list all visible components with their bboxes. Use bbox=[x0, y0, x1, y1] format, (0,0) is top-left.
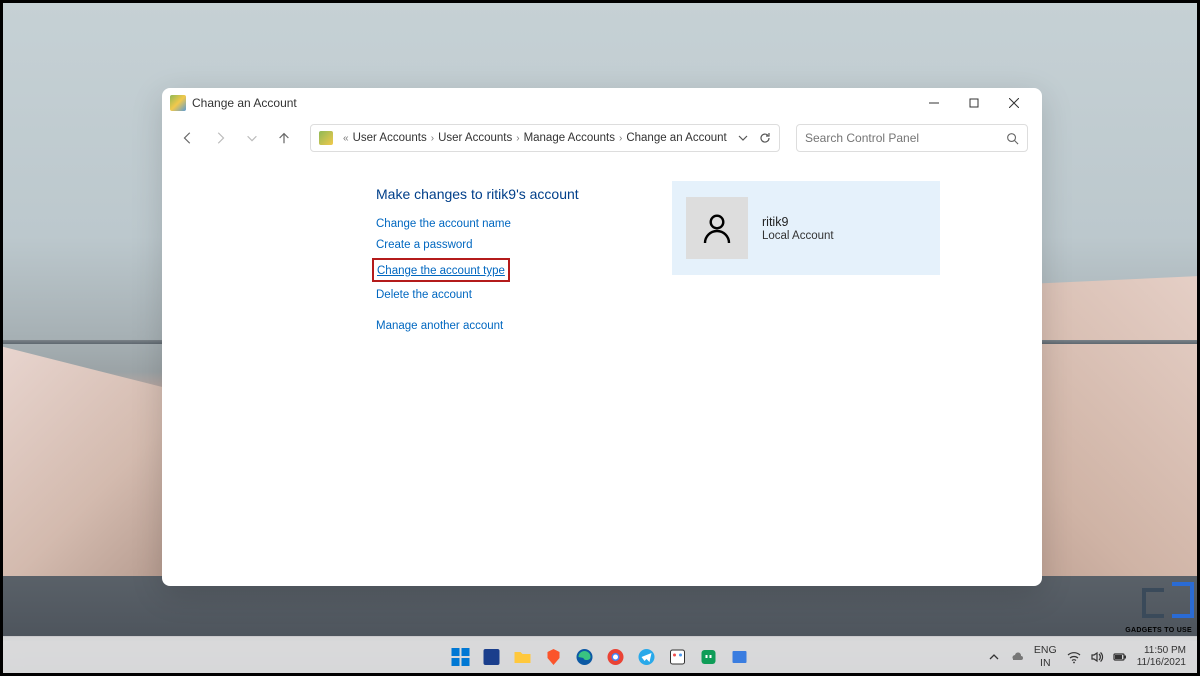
chevron-right-icon: › bbox=[431, 133, 434, 144]
watermark-text: GADGETS TO USE bbox=[1125, 627, 1192, 634]
tray-chevron-icon[interactable] bbox=[987, 650, 1001, 664]
delete-account-link[interactable]: Delete the account bbox=[376, 289, 472, 301]
user-icon bbox=[699, 210, 735, 246]
clock[interactable]: 11:50 PM 11/16/2021 bbox=[1137, 645, 1186, 668]
breadcrumb-item[interactable]: Change an Account bbox=[626, 132, 726, 144]
watermark-logo bbox=[1142, 582, 1194, 626]
avatar bbox=[686, 197, 748, 259]
up-button[interactable] bbox=[272, 126, 296, 150]
taskbar[interactable]: ENG IN 11:50 PM 11/16/2021 bbox=[0, 636, 1200, 676]
telegram-icon[interactable] bbox=[633, 643, 661, 671]
taskbar-app-icon[interactable] bbox=[478, 643, 506, 671]
user-accounts-icon bbox=[319, 131, 333, 145]
address-bar[interactable]: « User Accounts › User Accounts › Manage… bbox=[310, 124, 780, 152]
breadcrumb-item[interactable]: User Accounts bbox=[438, 132, 512, 144]
window-titlebar: Change an Account bbox=[162, 88, 1042, 118]
language-indicator[interactable]: ENG IN bbox=[1034, 644, 1057, 668]
battery-icon[interactable] bbox=[1113, 650, 1127, 664]
search-icon bbox=[1006, 132, 1019, 145]
chevron-right-icon: « bbox=[343, 133, 349, 144]
chevron-right-icon: › bbox=[516, 133, 519, 144]
file-explorer-icon[interactable] bbox=[509, 643, 537, 671]
change-type-link[interactable]: Change the account type bbox=[377, 265, 505, 277]
user-accounts-icon bbox=[170, 95, 186, 111]
brave-icon[interactable] bbox=[540, 643, 568, 671]
volume-icon[interactable] bbox=[1090, 650, 1104, 664]
search-box[interactable] bbox=[796, 124, 1028, 152]
chevron-right-icon: › bbox=[619, 133, 622, 144]
window-title: Change an Account bbox=[192, 96, 914, 110]
breadcrumb-item[interactable]: User Accounts bbox=[353, 132, 427, 144]
change-name-link[interactable]: Change the account name bbox=[376, 218, 511, 230]
highlight-annotation: Change the account type bbox=[372, 258, 510, 282]
control-panel-window: Change an Account « User Accounts › User… bbox=[162, 88, 1042, 586]
maximize-button[interactable] bbox=[954, 89, 994, 117]
start-button[interactable] bbox=[447, 643, 475, 671]
create-password-link[interactable]: Create a password bbox=[376, 239, 473, 251]
taskbar-center bbox=[447, 643, 754, 671]
account-card[interactable]: ritik9 Local Account bbox=[672, 181, 940, 275]
chevron-down-icon[interactable] bbox=[737, 132, 749, 144]
breadcrumb-item[interactable]: Manage Accounts bbox=[524, 132, 615, 144]
edge-icon[interactable] bbox=[571, 643, 599, 671]
account-type: Local Account bbox=[762, 230, 834, 242]
search-input[interactable] bbox=[805, 131, 1006, 145]
chrome-icon[interactable] bbox=[602, 643, 630, 671]
system-tray: ENG IN 11:50 PM 11/16/2021 bbox=[987, 644, 1200, 668]
navigation-toolbar: « User Accounts › User Accounts › Manage… bbox=[162, 118, 1042, 158]
hangouts-icon[interactable] bbox=[695, 643, 723, 671]
recent-dropdown-icon[interactable] bbox=[240, 126, 264, 150]
back-button[interactable] bbox=[176, 126, 200, 150]
account-name: ritik9 bbox=[762, 215, 834, 229]
forward-button[interactable] bbox=[208, 126, 232, 150]
taskbar-app-icon[interactable] bbox=[726, 643, 754, 671]
manage-another-link[interactable]: Manage another account bbox=[376, 320, 503, 332]
onedrive-icon[interactable] bbox=[1010, 650, 1024, 664]
taskbar-app-icon[interactable] bbox=[664, 643, 692, 671]
minimize-button[interactable] bbox=[914, 89, 954, 117]
close-button[interactable] bbox=[994, 89, 1034, 117]
content-area: Make changes to ritik9's account Change … bbox=[162, 158, 1042, 586]
refresh-icon[interactable] bbox=[759, 132, 771, 144]
wifi-icon[interactable] bbox=[1067, 650, 1081, 664]
